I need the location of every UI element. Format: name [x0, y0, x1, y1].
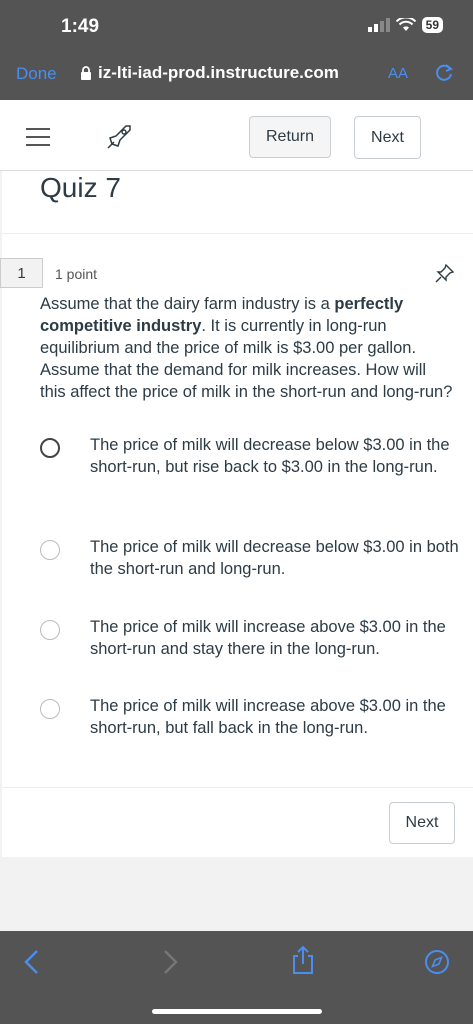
divider — [2, 233, 473, 234]
share-icon[interactable] — [290, 945, 316, 975]
home-indicator — [152, 1009, 322, 1014]
forward-icon[interactable] — [160, 948, 180, 976]
radio-button[interactable] — [40, 438, 60, 458]
url-text: iz-lti-iad-prod.instructure.com — [98, 63, 339, 82]
signal-icon — [367, 18, 390, 32]
question-text-pre: Assume that the dairy farm industry is a — [40, 295, 335, 313]
divider — [2, 787, 473, 788]
question-points: 1 point — [55, 266, 98, 282]
status-icons: 59 — [367, 17, 443, 33]
address-bar[interactable]: iz-lti-iad-prod.instructure.com — [80, 63, 339, 83]
answer-text: The price of milk will increase above $3… — [90, 618, 446, 658]
next-button-top[interactable]: Next — [354, 116, 421, 159]
done-button[interactable]: Done — [16, 64, 57, 84]
browser-chrome: 1:49 59 Done iz-lti-iad-prod.instructure… — [0, 0, 473, 100]
status-time: 1:49 — [61, 16, 100, 37]
answer-text: The price of milk will decrease below $3… — [90, 538, 459, 578]
wifi-icon — [395, 18, 416, 31]
next-button-bottom[interactable]: Next — [389, 802, 455, 844]
radio-button[interactable] — [40, 540, 60, 560]
answer-text: The price of milk will increase above $3… — [90, 697, 446, 737]
return-button[interactable]: Return — [249, 116, 331, 158]
page-title: Quiz 7 — [40, 172, 121, 203]
pin-icon[interactable] — [434, 262, 456, 284]
question-text: Assume that the dairy farm industry is a… — [40, 293, 455, 403]
hamburger-menu-icon[interactable] — [26, 128, 50, 146]
question-number: 1 — [0, 258, 43, 288]
battery-level: 59 — [421, 17, 443, 33]
rocket-icon — [107, 125, 131, 149]
text-size-button[interactable]: AA — [388, 65, 408, 82]
lock-icon — [81, 66, 91, 80]
compass-icon[interactable] — [424, 949, 450, 975]
answer-text: The price of milk will decrease below $3… — [90, 436, 450, 476]
reload-icon[interactable] — [433, 62, 455, 84]
radio-button[interactable] — [40, 620, 60, 640]
radio-button[interactable] — [40, 699, 60, 719]
back-icon[interactable] — [22, 948, 42, 976]
